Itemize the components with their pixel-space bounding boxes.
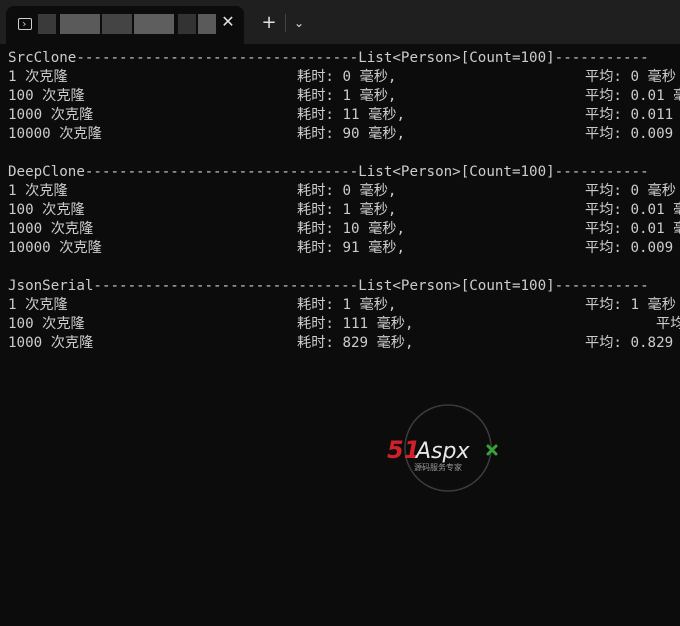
terminal-icon — [18, 18, 32, 30]
console-output[interactable]: SrcClone--------------------------------… — [0, 44, 680, 626]
row-avg: 平均: 1.11 毫秒 — [656, 316, 680, 332]
result-row: 100 次克隆 耗时: 1 毫秒, 平均: 0.01 毫秒 — [8, 201, 680, 220]
row-count: 100 次克隆 — [8, 88, 85, 104]
row-cost: 耗时: 11 毫秒, — [297, 107, 405, 123]
result-row: 1 次克隆 耗时: 0 毫秒, 平均: 0 毫秒 — [8, 182, 676, 201]
result-row: 1000 次克隆 耗时: 10 毫秒, 平均: 0.01 毫秒 — [8, 220, 680, 239]
row-avg: 平均: 0 毫秒 — [585, 183, 676, 199]
row-avg: 平均: 1 毫秒 — [585, 297, 676, 313]
row-count: 1 次克隆 — [8, 183, 68, 199]
row-count: 1 次克隆 — [8, 69, 68, 85]
row-cost: 耗时: 0 毫秒, — [297, 69, 397, 85]
result-row: 1000 次克隆 耗时: 11 毫秒, 平均: 0.011 毫秒 — [8, 106, 673, 125]
block-header-srcclone: SrcClone--------------------------------… — [8, 50, 649, 66]
block-header-jsonserial: JsonSerial------------------------------… — [8, 278, 649, 294]
row-cost: 耗时: 91 毫秒, — [297, 240, 405, 256]
row-avg: 平均: 0.009 毫秒 — [585, 126, 674, 142]
row-count: 100 次克隆 — [8, 202, 85, 218]
row-cost: 耗时: 10 毫秒, — [297, 221, 405, 237]
row-cost: 耗时: 111 毫秒, — [297, 316, 414, 332]
row-cost: 耗时: 0 毫秒, — [297, 183, 397, 199]
row-avg: 平均: 0.01 毫秒 — [585, 202, 680, 218]
row-cost: 耗时: 1 毫秒, — [297, 202, 397, 218]
row-cost: 耗时: 829 毫秒, — [297, 335, 414, 351]
row-count: 1000 次克隆 — [8, 221, 94, 237]
result-row: 10000 次克隆 耗时: 91 毫秒, 平均: 0.009 毫秒 — [8, 239, 673, 258]
result-row: 10000 次克隆 耗时: 90 毫秒, 平均: 0.009 毫秒 — [8, 125, 673, 144]
result-row: 1 次克隆 耗时: 1 毫秒, 平均: 1 毫秒 — [8, 296, 676, 315]
row-count: 10000 次克隆 — [8, 240, 102, 256]
tab-separator — [285, 14, 286, 32]
row-count: 1000 次克隆 — [8, 107, 94, 123]
row-count: 1 次克隆 — [8, 297, 68, 313]
result-row: 100 次克隆 耗时: 1 毫秒, 平均: 0.01 毫秒 — [8, 87, 680, 106]
watermark-tagline: 源码服务专家 — [414, 462, 462, 472]
tab-close-icon[interactable]: ✕ — [220, 12, 236, 32]
row-cost: 耗时: 1 毫秒, — [297, 297, 397, 313]
row-count: 10000 次克隆 — [8, 126, 102, 142]
block-header-deepclone: DeepClone-------------------------------… — [8, 164, 649, 180]
row-cost: 耗时: 1 毫秒, — [297, 88, 397, 104]
row-count: 100 次克隆 — [8, 316, 85, 332]
row-avg: 平均: 0.01 毫秒 — [585, 221, 680, 237]
chevron-down-icon[interactable]: ⌄ — [290, 12, 308, 34]
result-row: 1 次克隆 耗时: 0 毫秒, 平均: 0 毫秒 — [8, 68, 676, 87]
result-row: 1000 次克隆 耗时: 829 毫秒, 平均: 0.829 毫秒 — [8, 334, 673, 353]
tab-title-redacted — [38, 14, 216, 34]
row-avg: 平均: 0.009 毫秒 — [585, 240, 674, 256]
new-tab-button[interactable]: + — [258, 12, 280, 34]
tab-bar: ✕ + ⌄ — [0, 0, 680, 44]
brand-watermark-logo: 51 Aspx 源码服务专家 — [387, 404, 498, 492]
row-avg: 平均: 0.011 毫秒 — [585, 107, 674, 123]
row-avg: 平均: 0.01 毫秒 — [585, 88, 680, 104]
terminal-tab[interactable]: ✕ — [6, 6, 244, 44]
watermark-brand-white: Aspx — [414, 439, 470, 464]
row-cost: 耗时: 90 毫秒, — [297, 126, 405, 142]
row-avg: 平均: 0 毫秒 — [585, 69, 676, 85]
row-avg: 平均: 0.829 毫秒 — [585, 335, 674, 351]
row-count: 1000 次克隆 — [8, 335, 94, 351]
result-row: 100 次克隆 耗时: 111 毫秒, 平均: 1.11 毫秒 — [8, 315, 680, 334]
